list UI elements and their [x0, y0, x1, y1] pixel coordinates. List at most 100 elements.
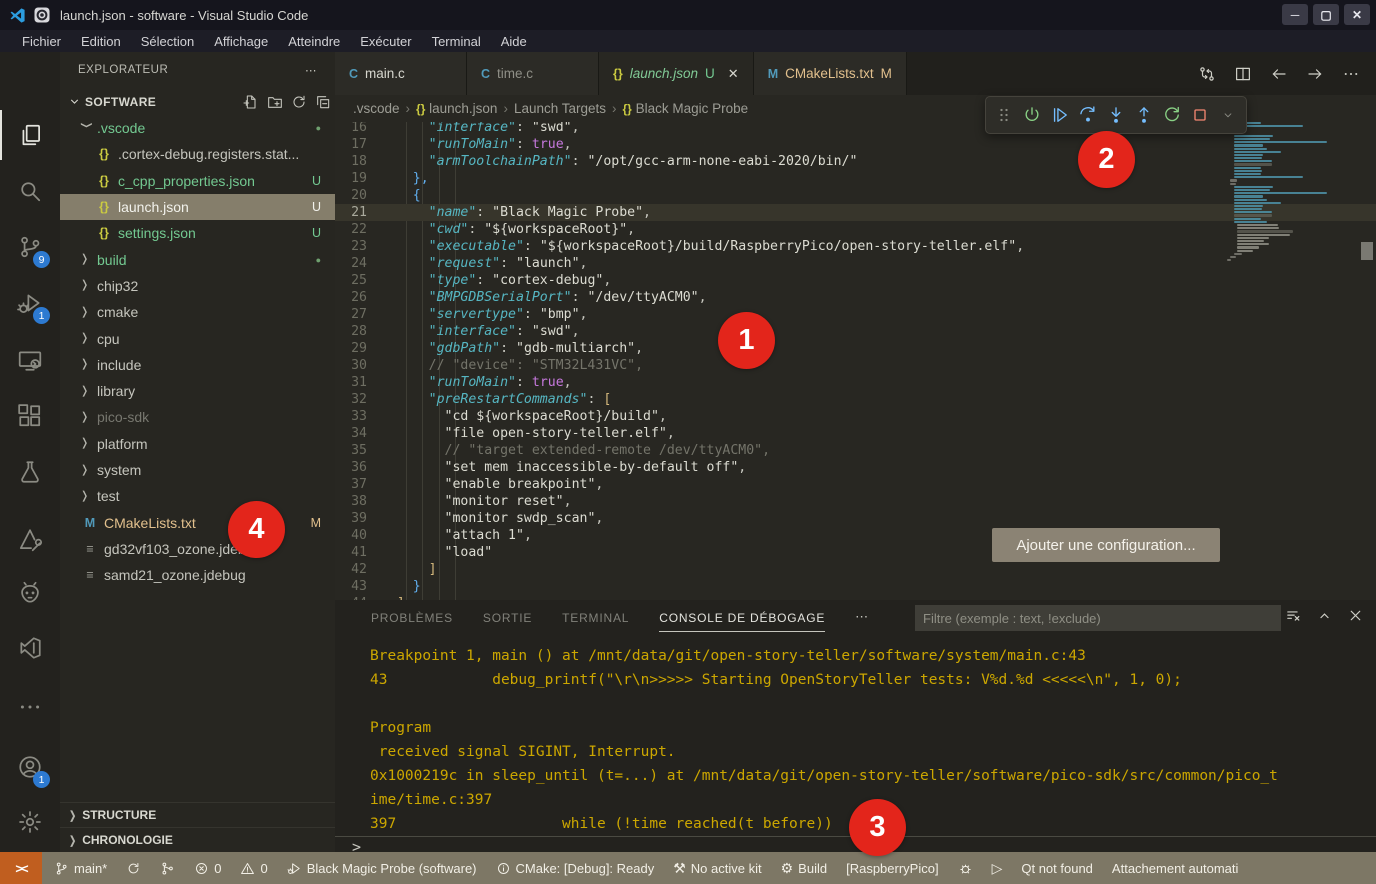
sidebar-more-icon[interactable]: ⋯	[305, 63, 317, 77]
tree-item-settings-json[interactable]: {}settings.jsonU	[60, 220, 335, 246]
activity-source-control[interactable]: 9	[0, 222, 60, 272]
status-auto-attach[interactable]: Attachement automati	[1112, 861, 1238, 876]
tree-item-include[interactable]: ❭include	[60, 352, 335, 378]
activity-extensions[interactable]	[0, 391, 60, 441]
breadcrumb-item-black-magic-probe[interactable]: {} Black Magic Probe	[623, 101, 749, 116]
status-errors[interactable]: 0	[194, 861, 221, 876]
tree-item-build[interactable]: ❭build●	[60, 246, 335, 272]
tree-item-c-cpp-properties-json[interactable]: {}c_cpp_properties.jsonU	[60, 168, 335, 194]
activity-accounts[interactable]: 1	[0, 742, 60, 792]
tree-item-samd21-ozone-jdebug[interactable]: ≡samd21_ozone.jdebug	[60, 562, 335, 588]
panel-tab-terminal[interactable]: TERMINAL	[562, 603, 629, 631]
status-cmake-status[interactable]: CMake: [Debug]: Ready	[496, 861, 655, 876]
debug-console-filter-input[interactable]	[915, 605, 1281, 631]
menu-edition[interactable]: Edition	[71, 34, 131, 49]
minimap[interactable]	[1218, 122, 1356, 600]
tab-main-c[interactable]: Cmain.c	[335, 52, 467, 95]
maximize-button[interactable]: ▢	[1313, 4, 1339, 25]
activity-more[interactable]	[0, 682, 60, 732]
sidebar-section-chronologie[interactable]: ❭CHRONOLOGIE	[60, 827, 335, 852]
chevron-up-icon[interactable]	[1316, 607, 1333, 624]
panel-tab-sortie[interactable]: SORTIE	[483, 603, 532, 631]
status-git-branch[interactable]: main*	[54, 861, 107, 876]
workspace-section-header[interactable]: SOFTWARE	[60, 88, 335, 115]
tree-item-library[interactable]: ❭library	[60, 378, 335, 404]
activity-remote-explorer[interactable]	[0, 335, 60, 385]
new-file-icon[interactable]	[243, 94, 259, 110]
activity-run-and-debug[interactable]: 1	[0, 278, 60, 328]
activity-settings[interactable]	[0, 797, 60, 847]
debug-step-out-button[interactable]	[1132, 100, 1156, 130]
status-build[interactable]: ⚙Build	[781, 860, 827, 877]
status-sync[interactable]	[126, 861, 141, 876]
tree-item-cmakelists-txt[interactable]: MCMakeLists.txtM	[60, 509, 335, 535]
status-launch-target[interactable]: [RaspberryPico]	[846, 861, 938, 876]
new-folder-icon[interactable]	[267, 94, 283, 110]
status-active-kit[interactable]: ⚒No active kit	[673, 860, 761, 877]
menu-atteindre[interactable]: Atteindre	[278, 34, 350, 49]
breadcrumb-item-launch-json[interactable]: {} launch.json	[416, 101, 497, 116]
refresh-icon[interactable]	[291, 94, 307, 110]
breadcrumb-item-launch-targets[interactable]: Launch Targets	[514, 101, 606, 116]
close-tab-icon[interactable]: ✕	[728, 66, 739, 82]
breadcrumb-item-vscode[interactable]: .vscode	[353, 101, 400, 116]
activity-explorer[interactable]	[0, 110, 60, 160]
debug-continue-button[interactable]	[1048, 100, 1072, 130]
menu-ex-cuter[interactable]: Exécuter	[350, 34, 421, 49]
panel-more-icon[interactable]: ⋯	[855, 609, 868, 625]
tree-item-platform[interactable]: ❭platform	[60, 431, 335, 457]
tree-item-vscode[interactable]: ❭.vscode●	[60, 115, 335, 141]
tree-item-pico-sdk[interactable]: ❭pico-sdk	[60, 404, 335, 430]
remote-indicator[interactable]: ><	[0, 852, 42, 884]
menu-aide[interactable]: Aide	[491, 34, 537, 49]
panel-tab-console-de-d-bogage[interactable]: CONSOLE DE DÉBOGAGE	[659, 603, 825, 632]
activity-platformio[interactable]	[0, 569, 60, 619]
status-git-merge[interactable]	[160, 861, 175, 876]
tree-item-test[interactable]: ❭test	[60, 483, 335, 509]
debug-step-over-button[interactable]	[1076, 100, 1100, 130]
menu-terminal[interactable]: Terminal	[422, 34, 491, 49]
debug-restart-button[interactable]	[1160, 100, 1184, 130]
debug-more-button[interactable]	[1216, 100, 1240, 130]
minimize-button[interactable]: ─	[1282, 4, 1308, 25]
close-panel-icon[interactable]	[1347, 607, 1364, 624]
split-editor-icon[interactable]	[1234, 65, 1252, 83]
activity-cmake[interactable]	[0, 515, 60, 565]
status-qt-status[interactable]: Qt not found	[1021, 861, 1093, 876]
status-warnings[interactable]: 0	[240, 861, 267, 876]
activity-testing[interactable]	[0, 447, 60, 497]
ellipsis-icon[interactable]	[1342, 65, 1360, 83]
tree-item-chip32[interactable]: ❭chip32	[60, 273, 335, 299]
filter-icon[interactable]	[1285, 607, 1302, 624]
panel-tab-probl-mes[interactable]: PROBLÈMES	[371, 603, 453, 631]
arrow-right-icon[interactable]	[1306, 65, 1324, 83]
debug-stop-button[interactable]	[1188, 100, 1212, 130]
tree-item-cmake[interactable]: ❭cmake	[60, 299, 335, 325]
menu-fichier[interactable]: Fichier	[12, 34, 71, 49]
tree-item-cpu[interactable]: ❭cpu	[60, 325, 335, 351]
tree-item-system[interactable]: ❭system	[60, 457, 335, 483]
close-window-button[interactable]: ✕	[1344, 4, 1370, 25]
status-debug-target[interactable]: Black Magic Probe (software)	[287, 861, 477, 876]
menu-affichage[interactable]: Affichage	[204, 34, 278, 49]
activity-visual-studio[interactable]	[0, 623, 60, 673]
arrow-left-icon[interactable]	[1270, 65, 1288, 83]
open-changes-icon[interactable]	[1198, 65, 1216, 83]
tree-item-gd32vf103-ozone-jdebug[interactable]: ≡gd32vf103_ozone.jdebug	[60, 536, 335, 562]
tab-cmakelists-txt[interactable]: MCMakeLists.txtM	[754, 52, 907, 95]
status-debug-button[interactable]	[958, 861, 973, 876]
debug-drag-handle-button[interactable]	[992, 100, 1016, 130]
tab-launch-json[interactable]: {}launch.jsonU✕	[599, 52, 754, 95]
sidebar-section-structure[interactable]: ❭STRUCTURE	[60, 802, 335, 827]
activity-search[interactable]	[0, 166, 60, 216]
tree-item-launch-json[interactable]: {}launch.jsonU	[60, 194, 335, 220]
menu-s-lection[interactable]: Sélection	[131, 34, 204, 49]
collapse-all-icon[interactable]	[315, 94, 331, 110]
add-configuration-button[interactable]: Ajouter une configuration...	[992, 528, 1220, 562]
tree-item-cortex-debug-registers-stat[interactable]: {}.cortex-debug.registers.stat...	[60, 141, 335, 167]
editor-scrollbar-thumb[interactable]	[1361, 242, 1373, 260]
debug-step-into-button[interactable]	[1104, 100, 1128, 130]
tab-time-c[interactable]: Ctime.c	[467, 52, 599, 95]
debug-start-button[interactable]	[1020, 100, 1044, 130]
status-run-button[interactable]: ▷	[992, 860, 1003, 877]
